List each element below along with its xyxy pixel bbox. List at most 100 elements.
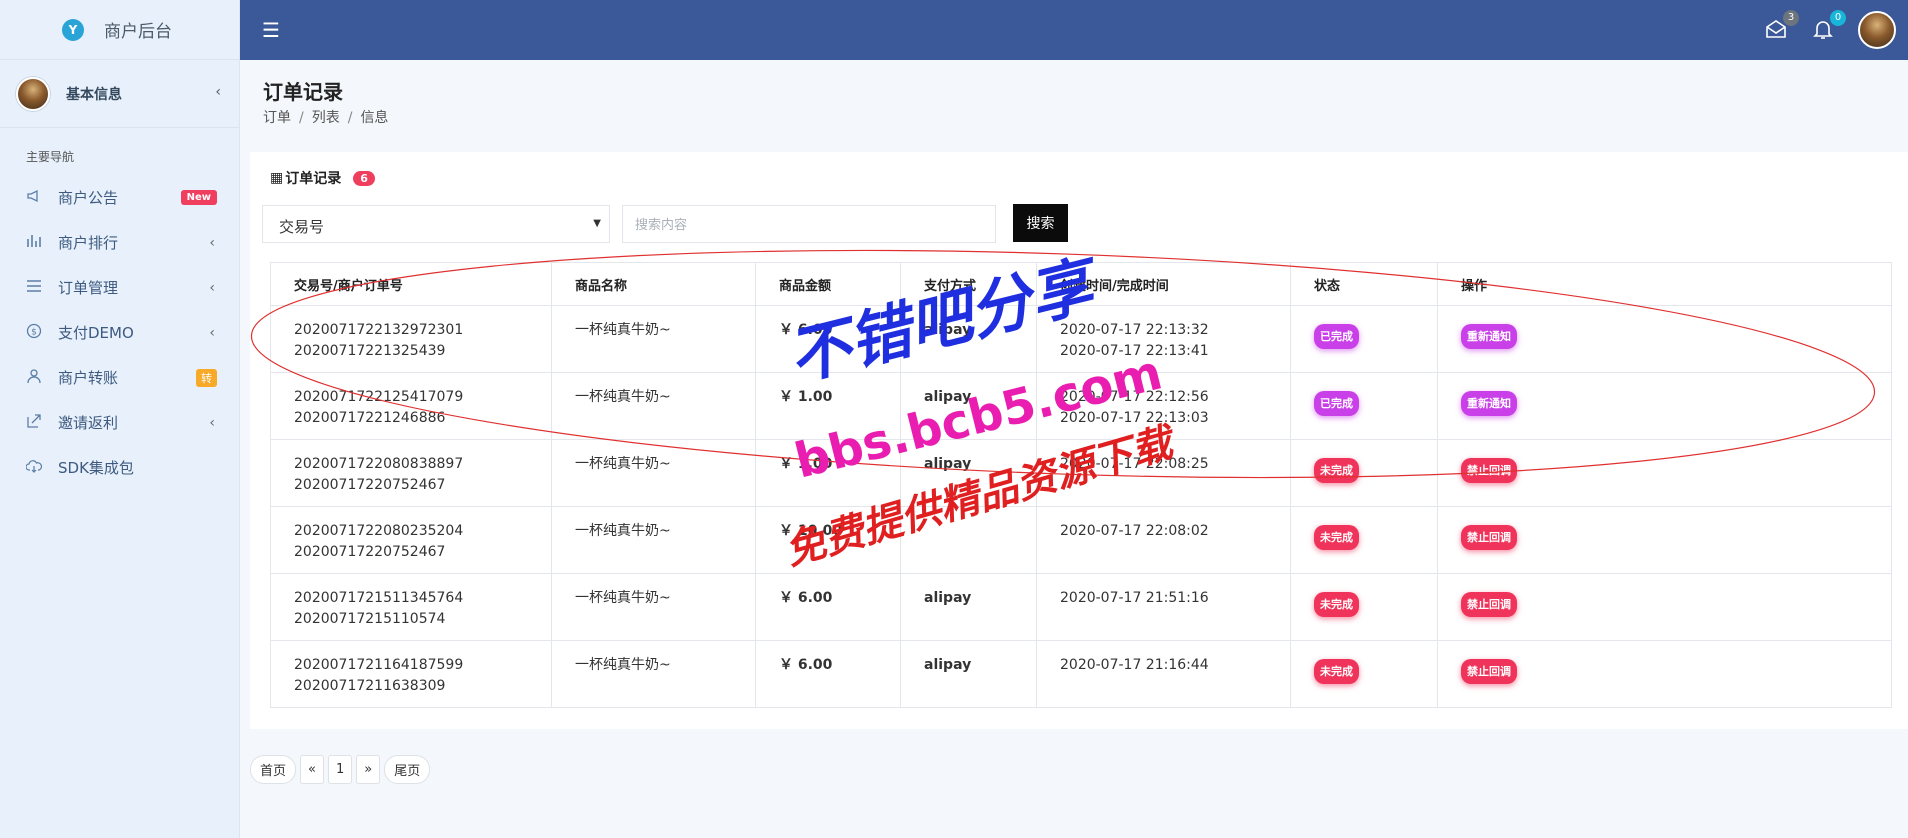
column-header: 交易号/商户订单号	[270, 262, 552, 306]
brand[interactable]: Y 商户后台	[0, 0, 239, 60]
bell-count-badge: 0	[1830, 10, 1846, 26]
amount-cell: ￥ 6.00	[755, 640, 901, 708]
orders-table: 交易号/商户订单号 商品名称 商品金额 支付方式 创建时间/完成时间 状态 操作…	[270, 262, 1892, 708]
search-button[interactable]: 搜索	[1013, 204, 1068, 242]
sidebar-item-pay-demo[interactable]: $ 支付DEMO ‹	[0, 310, 239, 355]
table-row: 2020071722132972301 20200717221325439 一杯纯真…	[270, 305, 1892, 373]
count-badge: 6	[353, 170, 375, 186]
nav-heading: 主要导航	[26, 150, 75, 164]
sidebar-item-invite[interactable]: 邀请返利 ‹	[0, 400, 239, 445]
next-page-button[interactable]: »	[356, 755, 381, 784]
svg-text:$: $	[31, 327, 37, 337]
time-cell: 2020-07-17 22:08:02	[1036, 506, 1291, 574]
action-cell: 禁止回调	[1437, 640, 1892, 708]
column-header: 商品金额	[755, 262, 901, 306]
page-title: 订单记录	[263, 80, 343, 104]
time-cell: 2020-07-17 21:51:16	[1036, 573, 1291, 641]
sidebar-item-orders[interactable]: 订单管理 ‹	[0, 265, 239, 310]
amount-cell: ￥ 1.00	[755, 439, 901, 507]
mail-count-badge: 3	[1783, 10, 1799, 26]
created-time: 2020-07-17 22:12:56	[1060, 389, 1209, 405]
app: Y 商户后台 基本信息 ‹ 主要导航 商户公告 New 商户排行 ‹ 订单管理 …	[0, 0, 1908, 838]
card-title: ▦ 订单记录 6	[270, 168, 375, 188]
list-icon	[24, 278, 44, 298]
trade-number-cell: 2020071722080838897 20200717220752467	[270, 439, 552, 507]
time-cell: 2020-07-17 21:16:44	[1036, 640, 1291, 708]
created-time: 2020-07-17 21:51:16	[1060, 590, 1209, 606]
product-cell: 一杯纯真牛奶~	[551, 573, 756, 641]
trade-number-cell: 2020071722080235204 20200717220752467	[270, 506, 552, 574]
cloud-download-icon	[24, 458, 44, 478]
chevron-left-icon: ‹	[209, 414, 215, 431]
action-cell: 重新通知	[1437, 305, 1892, 373]
pay-method-cell: alipay	[900, 439, 1037, 507]
action-cell: 禁止回调	[1437, 573, 1892, 641]
merchant-order-number: 20200717215110574	[294, 611, 446, 627]
user-icon	[24, 368, 44, 388]
sidebar-item-ranking[interactable]: 商户排行 ‹	[0, 220, 239, 265]
table-row: 2020071721511345764 20200717215110574 一杯纯真…	[270, 573, 1892, 641]
status-cell: 未完成	[1290, 439, 1438, 507]
user-info-label: 基本信息	[66, 86, 122, 103]
time-cell: 2020-07-17 22:13:32 2020-07-17 22:13:41	[1036, 305, 1291, 373]
user-panel[interactable]: 基本信息 ‹	[0, 60, 239, 128]
last-page-button[interactable]: 尾页	[384, 755, 431, 784]
pay-method-cell: alipay	[900, 640, 1037, 708]
status-badge: 已完成	[1314, 391, 1359, 416]
avatar[interactable]	[1858, 11, 1896, 49]
product-cell: 一杯纯真牛奶~	[551, 506, 756, 574]
sidebar-item-sdk[interactable]: SDK集成包	[0, 445, 239, 490]
trade-number-cell: 2020071721164187599 20200717211638309	[270, 640, 552, 708]
bar-chart-icon	[24, 233, 44, 253]
sidebar-item-announcement[interactable]: 商户公告 New	[0, 175, 239, 220]
topbar: ☰ 3 0	[240, 0, 1908, 60]
sidebar-item-label: 商户转账	[58, 369, 119, 387]
pagination: 首页 « 1 » 尾页	[250, 755, 431, 784]
column-header: 创建时间/完成时间	[1036, 262, 1291, 306]
amount-cell: ￥ 10.00	[755, 506, 901, 574]
sidebar-item-label: 支付DEMO	[58, 324, 134, 342]
status-cell: 未完成	[1290, 573, 1438, 641]
first-page-button[interactable]: 首页	[250, 755, 297, 784]
action-button[interactable]: 重新通知	[1461, 391, 1517, 416]
sidebar-item-label: SDK集成包	[58, 459, 134, 477]
finished-time: 2020-07-17 22:13:41	[1060, 343, 1209, 359]
created-time: 2020-07-17 22:08:25	[1060, 456, 1209, 472]
prev-page-button[interactable]: «	[300, 755, 324, 784]
action-button[interactable]: 重新通知	[1461, 324, 1517, 349]
action-button[interactable]: 禁止回调	[1461, 458, 1517, 483]
created-time: 2020-07-17 21:16:44	[1060, 657, 1209, 673]
column-header: 操作	[1437, 262, 1892, 306]
chevron-left-icon: ‹	[209, 234, 215, 251]
amount-cell: ￥ 6.00	[755, 573, 901, 641]
search-input[interactable]	[622, 205, 996, 243]
trade-number-cell: 2020071721511345764 20200717215110574	[270, 573, 552, 641]
page-number-button[interactable]: 1	[327, 755, 353, 784]
column-header: 状态	[1290, 262, 1438, 306]
mail-icon[interactable]: 3	[1765, 10, 1799, 42]
brand-logo-icon: Y	[62, 18, 84, 41]
bell-icon[interactable]: 0	[1812, 10, 1846, 42]
breadcrumb-item[interactable]: 订单	[263, 110, 291, 126]
action-button[interactable]: 禁止回调	[1461, 659, 1517, 684]
sidebar-item-label: 商户公告	[58, 189, 119, 207]
action-cell: 禁止回调	[1437, 439, 1892, 507]
product-cell: 一杯纯真牛奶~	[551, 305, 756, 373]
breadcrumb-item[interactable]: 列表	[312, 110, 340, 126]
sidebar-item-transfer[interactable]: 商户转账 转	[0, 355, 239, 400]
search-field-select[interactable]: 交易号 ▼	[262, 205, 610, 243]
amount-cell: ￥ 1.00	[755, 372, 901, 440]
sidebar: Y 商户后台 基本信息 ‹ 主要导航 商户公告 New 商户排行 ‹ 订单管理 …	[0, 0, 240, 838]
action-cell: 禁止回调	[1437, 506, 1892, 574]
status-cell: 已完成	[1290, 372, 1438, 440]
action-button[interactable]: 禁止回调	[1461, 592, 1517, 617]
column-header: 支付方式	[900, 262, 1037, 306]
action-cell: 重新通知	[1437, 372, 1892, 440]
action-button[interactable]: 禁止回调	[1461, 525, 1517, 550]
created-time: 2020-07-17 22:08:02	[1060, 523, 1209, 539]
status-cell: 已完成	[1290, 305, 1438, 373]
status-badge: 未完成	[1314, 525, 1359, 550]
table-row: 2020071722080235204 20200717220752467 一杯纯真…	[270, 506, 1892, 574]
table-row: 2020071722125417079 20200717221246886 一杯纯真…	[270, 372, 1892, 440]
hamburger-menu-icon[interactable]: ☰	[262, 18, 280, 42]
